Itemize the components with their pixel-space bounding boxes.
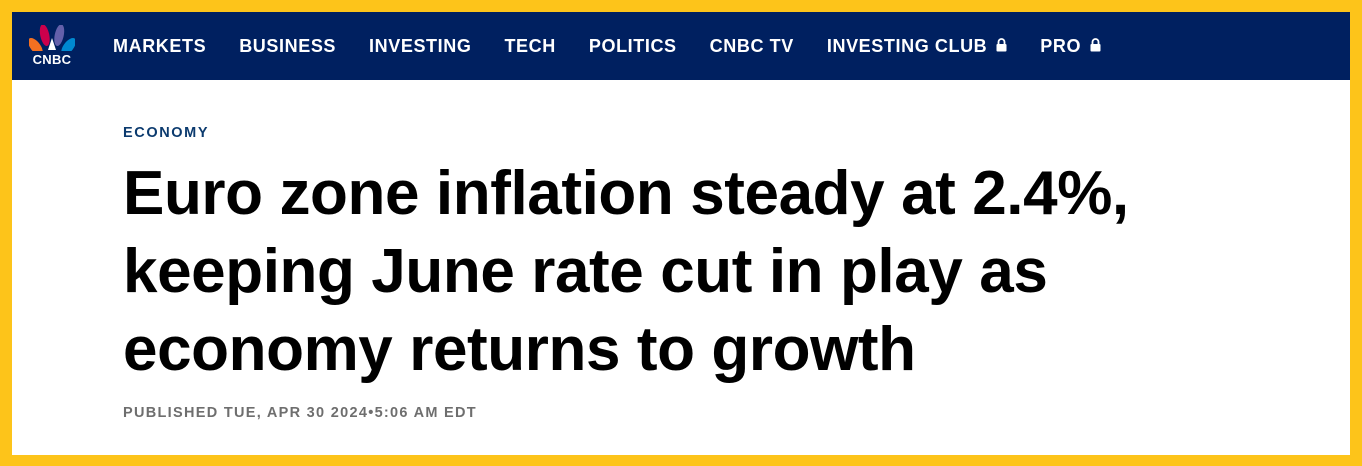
nav-item-investing[interactable]: INVESTING xyxy=(369,36,471,57)
nav-item-label: TECH xyxy=(504,35,556,56)
nav-item-label: MARKETS xyxy=(113,35,207,56)
nav-item-politics[interactable]: POLITICS xyxy=(589,36,677,57)
peacock-icon xyxy=(29,25,75,51)
nav-item-pro[interactable]: PRO xyxy=(1040,36,1101,57)
lock-icon xyxy=(1090,36,1101,57)
page-frame: CNBC MARKETS BUSINESS INVESTING TECH POL… xyxy=(12,12,1350,455)
article-headline: Euro zone inflation steady at 2.4%, keep… xyxy=(123,159,1129,384)
article-header: ECONOMY Euro zone inflation steady at 2.… xyxy=(123,80,1330,421)
lock-icon xyxy=(996,36,1007,57)
nav-item-label: CNBC TV xyxy=(709,35,794,56)
nav-item-label: PRO xyxy=(1040,35,1082,56)
nav-item-label: INVESTING xyxy=(369,35,472,56)
nav-item-label: INVESTING CLUB xyxy=(826,35,988,56)
nav-item-label: POLITICS xyxy=(588,35,677,56)
nav-item-business[interactable]: BUSINESS xyxy=(239,36,336,57)
published-timestamp: PUBLISHED TUE, APR 30 2024•5:06 AM EDT xyxy=(123,405,477,421)
nav-item-cnbc-tv[interactable]: CNBC TV xyxy=(710,36,794,57)
main-nav: MARKETS BUSINESS INVESTING TECH POLITICS… xyxy=(113,36,1134,57)
nav-item-markets[interactable]: MARKETS xyxy=(113,36,206,57)
nav-item-label: BUSINESS xyxy=(239,35,337,56)
nav-item-tech[interactable]: TECH xyxy=(504,36,555,57)
logo-text: CNBC xyxy=(32,52,72,67)
section-link[interactable]: ECONOMY xyxy=(123,125,1330,141)
top-navigation-bar: CNBC MARKETS BUSINESS INVESTING TECH POL… xyxy=(12,12,1350,80)
nav-item-investing-club[interactable]: INVESTING CLUB xyxy=(827,36,1007,57)
cnbc-logo[interactable]: CNBC xyxy=(12,12,92,80)
